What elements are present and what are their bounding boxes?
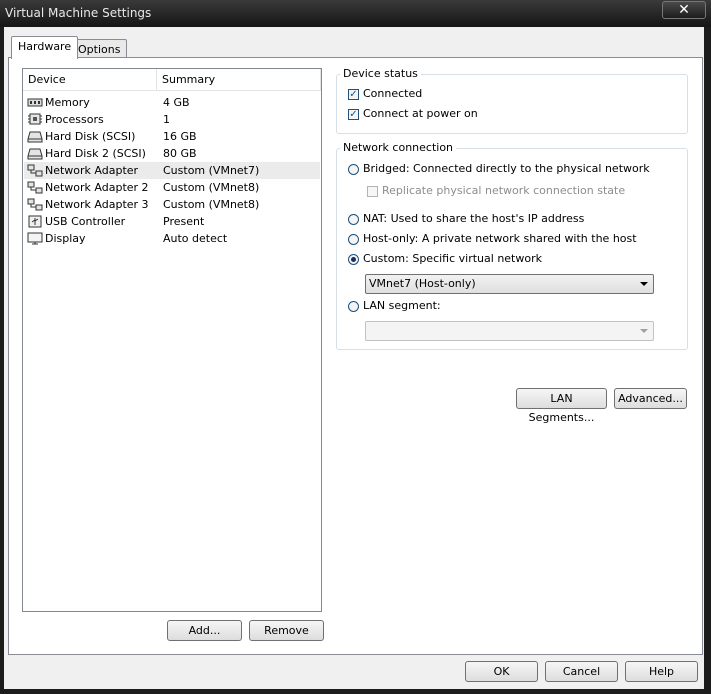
device-row-display[interactable]: Display Auto detect — [24, 230, 320, 247]
virtual-machine-settings-window: Virtual Machine Settings ✕ Hardware Opti… — [0, 0, 711, 694]
network-adapter-icon — [27, 198, 43, 211]
device-list[interactable]: Device Summary Memory 4 GB Processors 1 … — [22, 68, 322, 612]
host-only-radio[interactable] — [348, 234, 359, 245]
hard-disk-icon — [27, 131, 43, 143]
processor-icon — [28, 113, 42, 125]
hard-disk-icon — [27, 148, 43, 160]
chevron-down-icon — [640, 282, 648, 286]
device-name: USB Controller — [45, 215, 126, 228]
window-title: Virtual Machine Settings — [5, 6, 152, 20]
column-header-summary[interactable]: Summary — [157, 69, 321, 91]
device-summary: 16 GB — [163, 130, 197, 143]
replicate-state-label[interactable]: Replicate physical network connection st… — [382, 184, 625, 197]
device-row-processors[interactable]: Processors 1 — [24, 111, 320, 128]
connected-checkbox[interactable]: ✓ — [348, 89, 359, 100]
custom-radio[interactable] — [348, 254, 359, 265]
device-status-group: Device status ✓ Connected ✓ Connect at p… — [336, 67, 688, 134]
remove-button[interactable]: Remove — [249, 620, 324, 641]
ok-button[interactable]: OK — [465, 661, 538, 682]
device-row-hard-disk-2[interactable]: Hard Disk 2 (SCSI) 80 GB — [24, 145, 320, 162]
device-name: Processors — [45, 113, 104, 126]
connected-label[interactable]: Connected — [363, 87, 422, 100]
device-name: Network Adapter 3 — [45, 198, 149, 211]
device-summary: Custom (VMnet7) — [163, 164, 260, 177]
close-button[interactable]: ✕ — [662, 1, 706, 19]
dialog-client-area: Hardware Options Device Summary Memory 4… — [4, 27, 704, 689]
hardware-tab-panel: Device Summary Memory 4 GB Processors 1 … — [8, 57, 703, 655]
network-connection-title: Network connection — [340, 141, 457, 154]
device-name: Hard Disk (SCSI) — [45, 130, 136, 143]
usb-icon — [28, 215, 42, 228]
advanced-button[interactable]: Advanced... — [614, 388, 687, 409]
connect-at-power-on-checkbox[interactable]: ✓ — [348, 109, 359, 120]
custom-label[interactable]: Custom: Specific virtual network — [363, 252, 542, 265]
device-row-network-adapter-3[interactable]: Network Adapter 3 Custom (VMnet8) — [24, 196, 320, 213]
device-name: Network Adapter — [45, 164, 139, 177]
network-adapter-icon — [27, 181, 43, 194]
device-status-title: Device status — [340, 67, 421, 80]
device-name: Display — [45, 232, 86, 245]
device-row-network-adapter[interactable]: Network Adapter Custom (VMnet7) — [24, 162, 320, 179]
custom-network-value: VMnet7 (Host-only) — [369, 277, 476, 290]
device-row-memory[interactable]: Memory 4 GB — [24, 94, 320, 111]
title-bar[interactable]: Virtual Machine Settings ✕ — [0, 0, 711, 27]
cancel-button[interactable]: Cancel — [545, 661, 618, 682]
lan-segment-label[interactable]: LAN segment: — [363, 299, 441, 312]
column-header-device[interactable]: Device — [23, 69, 157, 91]
network-adapter-icon — [27, 164, 43, 177]
replicate-state-checkbox[interactable] — [367, 186, 378, 197]
lan-segments-button[interactable]: LAN Segments... — [516, 388, 607, 424]
custom-network-dropdown[interactable]: VMnet7 (Host-only) — [365, 274, 654, 294]
help-button[interactable]: Help — [625, 661, 698, 682]
nat-radio[interactable] — [348, 214, 359, 225]
device-summary: Present — [163, 215, 205, 228]
device-summary: 4 GB — [163, 96, 190, 109]
bridged-label[interactable]: Bridged: Connected directly to the physi… — [363, 162, 650, 175]
device-name: Memory — [45, 96, 90, 109]
device-name: Hard Disk 2 (SCSI) — [45, 147, 146, 160]
device-summary: 1 — [163, 113, 170, 126]
connect-at-power-on-label[interactable]: Connect at power on — [363, 107, 478, 120]
bridged-radio[interactable] — [348, 164, 359, 175]
host-only-label[interactable]: Host-only: A private network shared with… — [363, 232, 637, 245]
tab-options[interactable]: Options — [71, 39, 128, 59]
nat-label[interactable]: NAT: Used to share the host's IP address — [363, 212, 584, 225]
device-row-network-adapter-2[interactable]: Network Adapter 2 Custom (VMnet8) — [24, 179, 320, 196]
chevron-down-icon — [640, 329, 648, 333]
lan-segment-dropdown[interactable] — [365, 321, 654, 341]
add-button[interactable]: Add... — [167, 620, 242, 641]
device-row-usb-controller[interactable]: USB Controller Present — [24, 213, 320, 230]
device-name: Network Adapter 2 — [45, 181, 149, 194]
lan-segment-radio[interactable] — [348, 301, 359, 312]
device-summary: 80 GB — [163, 147, 197, 160]
network-connection-group: Network connection Bridged: Connected di… — [336, 141, 688, 350]
device-row-hard-disk[interactable]: Hard Disk (SCSI) 16 GB — [24, 128, 320, 145]
memory-icon — [27, 98, 43, 107]
device-summary: Custom (VMnet8) — [163, 198, 260, 211]
display-icon — [27, 232, 43, 245]
device-summary: Custom (VMnet8) — [163, 181, 260, 194]
tab-hardware[interactable]: Hardware — [11, 36, 79, 59]
device-summary: Auto detect — [163, 232, 228, 245]
